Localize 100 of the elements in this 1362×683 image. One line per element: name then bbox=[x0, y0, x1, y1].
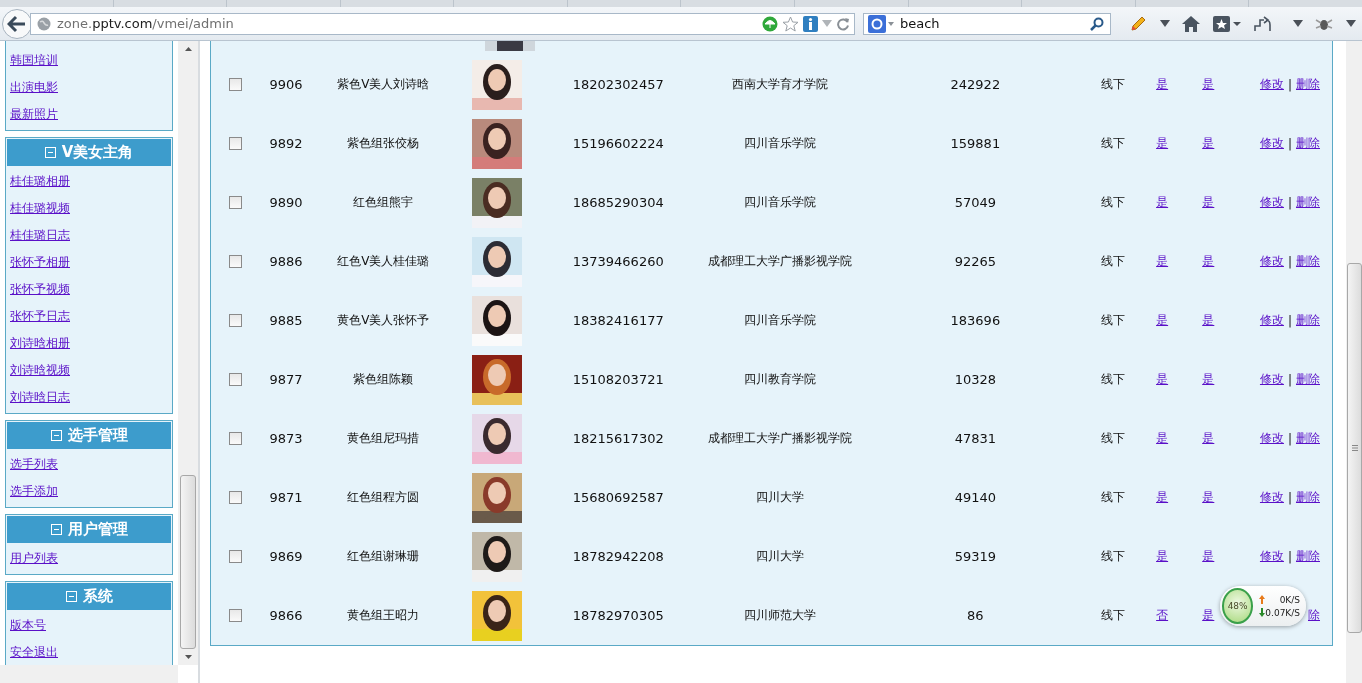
scroll-thumb[interactable] bbox=[1347, 263, 1362, 633]
action-link[interactable]: 修改 bbox=[1259, 135, 1284, 152]
menu-link[interactable]: 安全退出 bbox=[7, 639, 171, 665]
action-link[interactable]: 修改 bbox=[1259, 371, 1284, 388]
toggle-link[interactable]: 是 bbox=[1156, 489, 1169, 506]
menu-link[interactable]: 张怀予相册 bbox=[7, 249, 171, 276]
table-cell-text: 9890 bbox=[268, 195, 304, 210]
scroll-thumb[interactable] bbox=[180, 475, 196, 649]
home-icon[interactable] bbox=[1182, 15, 1201, 32]
checkbox[interactable] bbox=[228, 550, 242, 563]
scrollbar[interactable] bbox=[1346, 41, 1362, 683]
reload-icon[interactable] bbox=[836, 16, 850, 31]
action-link[interactable]: 修改 bbox=[1259, 253, 1284, 270]
back-button[interactable] bbox=[2, 8, 32, 39]
action-link[interactable]: 删除 bbox=[1296, 253, 1320, 270]
toggle-link[interactable]: 是 bbox=[1156, 76, 1169, 93]
menu-link[interactable]: 用户列表 bbox=[7, 545, 171, 572]
action-link[interactable]: 删除 bbox=[1296, 430, 1320, 447]
action-link[interactable]: 删除 bbox=[1296, 371, 1320, 388]
info-icon[interactable] bbox=[803, 15, 818, 32]
toggle-link[interactable]: 是 bbox=[1156, 135, 1169, 152]
toggle-link[interactable]: 是 bbox=[1202, 371, 1215, 388]
toggle-link[interactable]: 是 bbox=[1202, 607, 1215, 624]
address-bar[interactable]: zone.pptv.com/vmei/admin bbox=[30, 12, 855, 35]
checkbox[interactable] bbox=[228, 137, 242, 150]
checkbox[interactable] bbox=[228, 609, 242, 622]
scrollbar[interactable] bbox=[178, 41, 198, 665]
toggle-link[interactable]: 是 bbox=[1156, 548, 1169, 565]
upload-arrow-icon bbox=[1259, 595, 1266, 604]
scroll-up-icon[interactable] bbox=[184, 47, 192, 51]
action-link[interactable]: 删除 bbox=[1296, 76, 1320, 93]
checkbox[interactable] bbox=[228, 491, 242, 504]
checkbox[interactable] bbox=[228, 314, 242, 327]
menu-link[interactable]: 韩国培训 bbox=[7, 47, 171, 74]
table-cell-text: 159881 bbox=[949, 136, 1002, 151]
collapse-icon[interactable] bbox=[44, 147, 56, 158]
action-link[interactable]: 修改 bbox=[1259, 548, 1284, 565]
dropdown-icon[interactable] bbox=[1292, 19, 1303, 28]
scroll-down-icon[interactable] bbox=[184, 655, 192, 659]
search-field[interactable]: beach bbox=[863, 12, 1111, 35]
action-link[interactable]: 修改 bbox=[1259, 312, 1284, 329]
action-link[interactable]: 修改 bbox=[1259, 489, 1284, 506]
checkbox[interactable] bbox=[228, 196, 242, 209]
scrollbar[interactable] bbox=[0, 665, 178, 683]
menu-link[interactable]: 出演电影 bbox=[7, 74, 171, 101]
menu-link[interactable]: 张怀予视频 bbox=[7, 276, 171, 303]
menu-link[interactable]: 版本号 bbox=[7, 612, 171, 639]
checkbox[interactable] bbox=[228, 373, 242, 386]
table-cell-text: 线下 bbox=[1100, 607, 1126, 624]
checkbox[interactable] bbox=[228, 255, 242, 268]
toggle-link[interactable]: 是 bbox=[1202, 76, 1215, 93]
menu-link[interactable]: 选手列表 bbox=[7, 451, 171, 478]
table-cell-text: 红色组程方圆 bbox=[346, 489, 421, 506]
collapse-icon[interactable] bbox=[50, 524, 62, 535]
dropdown-icon[interactable] bbox=[1345, 19, 1356, 28]
toggle-link[interactable]: 是 bbox=[1156, 312, 1169, 329]
toggle-link[interactable]: 是 bbox=[1156, 253, 1169, 270]
menu-link[interactable]: 张怀予日志 bbox=[7, 303, 171, 330]
collapse-icon[interactable] bbox=[50, 430, 62, 441]
toggle-link[interactable]: 是 bbox=[1202, 253, 1215, 270]
pencil-icon[interactable] bbox=[1129, 14, 1147, 33]
table-cell-text: 线下 bbox=[1100, 430, 1126, 447]
action-link[interactable]: 修改 bbox=[1259, 430, 1284, 447]
menu-link[interactable]: 桂佳璐日志 bbox=[7, 222, 171, 249]
speed-widget[interactable]: 48% 0K/S 0.07K/S bbox=[1220, 586, 1306, 626]
action-link[interactable]: 删除 bbox=[1296, 312, 1320, 329]
menu-link[interactable]: 最新照片 bbox=[7, 101, 171, 128]
action-link[interactable]: 删除 bbox=[1296, 135, 1320, 152]
dropdown-icon[interactable] bbox=[1159, 19, 1170, 28]
checkbox[interactable] bbox=[228, 432, 242, 445]
collapse-icon[interactable] bbox=[65, 591, 77, 602]
toggle-link[interactable]: 否 bbox=[1156, 607, 1169, 624]
toggle-link[interactable]: 是 bbox=[1202, 489, 1215, 506]
checkbox[interactable] bbox=[228, 78, 242, 91]
toggle-link[interactable]: 是 bbox=[1202, 548, 1215, 565]
action-link[interactable]: 修改 bbox=[1259, 194, 1284, 211]
search-icon[interactable] bbox=[1090, 16, 1104, 31]
bookmark-star-icon[interactable] bbox=[1213, 15, 1242, 32]
action-link[interactable]: 删除 bbox=[1296, 548, 1320, 565]
toggle-link[interactable]: 是 bbox=[1156, 430, 1169, 447]
action-link[interactable]: 修改 bbox=[1259, 76, 1284, 93]
menu-link[interactable]: 桂佳璐相册 bbox=[7, 168, 171, 195]
toggle-link[interactable]: 是 bbox=[1156, 194, 1169, 211]
star-icon[interactable] bbox=[782, 15, 799, 32]
search-engine-icon[interactable] bbox=[868, 14, 894, 33]
toggle-link[interactable]: 是 bbox=[1202, 430, 1215, 447]
toggle-link[interactable]: 是 bbox=[1202, 194, 1215, 211]
umbrella-icon[interactable] bbox=[762, 15, 778, 32]
menu-link[interactable]: 刘诗晗相册 bbox=[7, 330, 171, 357]
menu-link[interactable]: 刘诗晗视频 bbox=[7, 357, 171, 384]
menu-link[interactable]: 选手添加 bbox=[7, 478, 171, 505]
download-arrow-icon bbox=[1259, 608, 1266, 617]
toggle-link[interactable]: 是 bbox=[1156, 371, 1169, 388]
action-link[interactable]: 删除 bbox=[1296, 194, 1320, 211]
action-link[interactable]: 除 bbox=[1308, 607, 1320, 624]
toggle-link[interactable]: 是 bbox=[1202, 312, 1215, 329]
menu-link[interactable]: 刘诗晗日志 bbox=[7, 384, 171, 411]
menu-link[interactable]: 桂佳璐视频 bbox=[7, 195, 171, 222]
toggle-link[interactable]: 是 bbox=[1202, 135, 1215, 152]
action-link[interactable]: 删除 bbox=[1296, 489, 1320, 506]
